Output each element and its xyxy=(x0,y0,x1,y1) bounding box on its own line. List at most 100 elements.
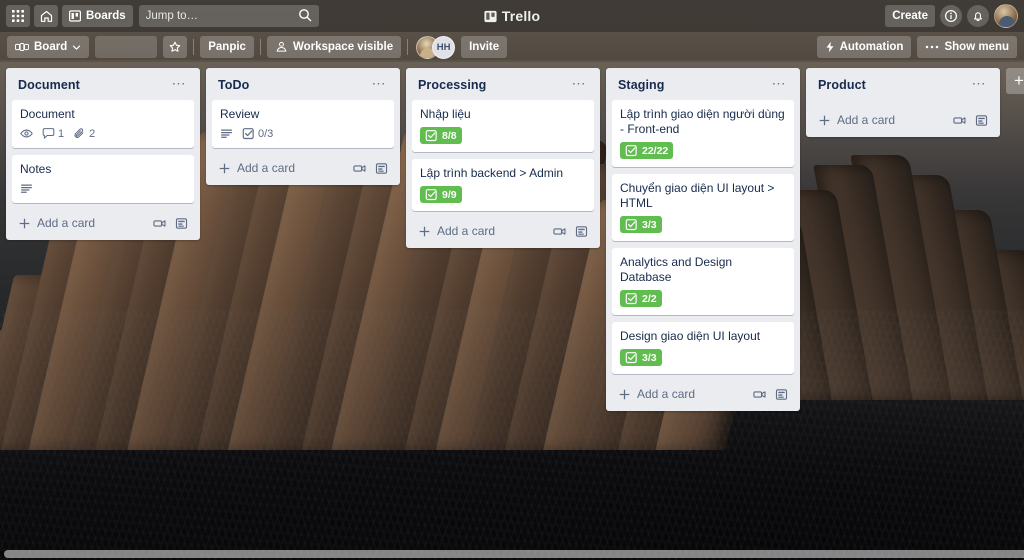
add-a-card-label: Add a card xyxy=(237,161,296,175)
card-template-icon[interactable] xyxy=(775,388,788,401)
template-card-icon[interactable] xyxy=(353,162,366,175)
search-icon xyxy=(298,8,312,22)
list-menu-icon[interactable]: ⋯ xyxy=(170,76,189,92)
card[interactable]: Lập trình giao diện người dùng - Front-e… xyxy=(612,100,794,167)
card-title: Review xyxy=(220,107,260,121)
boards-button[interactable]: Boards xyxy=(62,5,133,27)
add-a-card-left: Add a card xyxy=(818,113,895,127)
apps-grid-icon[interactable] xyxy=(6,5,30,27)
horizontal-scrollbar[interactable] xyxy=(0,548,1024,560)
badge-text: 8/8 xyxy=(442,129,457,142)
badge-checklist-complete: 3/3 xyxy=(620,216,662,233)
list-menu-icon[interactable]: ⋯ xyxy=(570,76,589,92)
card-list: Document 1 2 Notes xyxy=(12,100,194,203)
member-avatar-hh[interactable]: HH xyxy=(432,35,456,59)
automation-button[interactable]: Automation xyxy=(816,36,912,58)
list-menu-icon[interactable]: ⋯ xyxy=(770,76,789,92)
visibility-button[interactable]: Workspace visible xyxy=(266,36,402,58)
add-a-card-left: Add a card xyxy=(618,387,695,401)
checklist-icon xyxy=(625,351,638,364)
create-label: Create xyxy=(892,10,928,22)
show-menu-button[interactable]: Show menu xyxy=(917,36,1017,58)
card[interactable]: Nhập liệu 8/8 xyxy=(412,100,594,152)
list-title[interactable]: ToDo xyxy=(218,78,249,92)
invite-button[interactable]: Invite xyxy=(461,36,508,58)
card[interactable]: Analytics and Design Database 2/2 xyxy=(612,248,794,315)
badge-comments: 1 xyxy=(42,127,64,140)
paperclip-icon xyxy=(73,127,86,140)
card-template-icon[interactable] xyxy=(975,114,988,127)
add-a-card-left: Add a card xyxy=(18,216,95,230)
add-another-list-button[interactable]: + xyxy=(1006,68,1024,94)
board-bar-right-group: Automation Show menu xyxy=(816,36,1017,58)
plus-icon xyxy=(418,225,431,238)
top-navigation-bar: Boards Jump to… Trello Create xyxy=(0,0,1024,32)
badge-text: 3/3 xyxy=(642,218,657,231)
search-input[interactable]: Jump to… xyxy=(138,5,319,27)
card-badges: 0/3 xyxy=(220,127,386,140)
badge-checklist-complete: 3/3 xyxy=(620,349,662,366)
plus-icon xyxy=(618,388,631,401)
list-menu-icon[interactable]: ⋯ xyxy=(370,76,389,92)
template-card-icon[interactable] xyxy=(553,225,566,238)
badge-text: 2 xyxy=(89,127,96,140)
description-icon xyxy=(20,182,33,195)
card-template-icon[interactable] xyxy=(375,162,388,175)
add-a-card-button[interactable]: Add a card xyxy=(412,217,594,242)
board-views-icon xyxy=(15,42,29,52)
add-a-card-button[interactable]: Add a card xyxy=(812,106,994,131)
card[interactable]: Design giao diện UI layout 3/3 xyxy=(612,322,794,374)
list-header: Staging ⋯ xyxy=(612,74,794,100)
list-title[interactable]: Document xyxy=(18,78,80,92)
invite-label: Invite xyxy=(469,41,500,53)
template-card-icon[interactable] xyxy=(153,217,166,230)
add-a-card-right xyxy=(353,162,388,175)
add-a-card-button[interactable]: Add a card xyxy=(612,380,794,405)
card[interactable]: Chuyển giao diện UI layout > HTML 3/3 xyxy=(612,174,794,241)
list-title[interactable]: Processing xyxy=(418,78,486,92)
home-icon[interactable] xyxy=(34,5,58,27)
workspace-button[interactable]: Panpic xyxy=(200,36,254,58)
info-icon[interactable] xyxy=(940,5,962,27)
card-title: Analytics and Design Database xyxy=(620,255,733,284)
list-title[interactable]: Product xyxy=(818,78,866,92)
create-button[interactable]: Create xyxy=(885,5,935,27)
add-a-card-right xyxy=(953,114,988,127)
horizontal-scrollbar-thumb[interactable] xyxy=(4,550,1024,558)
add-a-card-label: Add a card xyxy=(437,224,496,238)
show-menu-label: Show menu xyxy=(944,41,1009,53)
plus-icon xyxy=(18,217,31,230)
add-a-card-right xyxy=(753,388,788,401)
card[interactable]: Document 1 2 xyxy=(12,100,194,148)
plus-icon xyxy=(218,162,231,175)
add-a-card-button[interactable]: Add a card xyxy=(212,154,394,179)
card-title: Chuyển giao diện UI layout > HTML xyxy=(620,181,775,210)
board-header-bar: Board Panpic Workspace visible + HH xyxy=(0,32,1024,62)
template-card-icon[interactable] xyxy=(753,388,766,401)
divider xyxy=(407,39,409,55)
add-a-card-left: Add a card xyxy=(218,161,295,175)
list-header: Product ⋯ xyxy=(812,74,994,100)
checklist-icon xyxy=(625,292,638,305)
card-template-icon[interactable] xyxy=(175,217,188,230)
bell-icon[interactable] xyxy=(967,5,989,27)
card-title: Notes xyxy=(20,162,52,176)
card[interactable]: Lập trình backend > Admin 9/9 xyxy=(412,159,594,211)
template-card-icon[interactable] xyxy=(953,114,966,127)
list-staging: Staging ⋯ Lập trình giao diện người dùng -… xyxy=(606,68,800,411)
search-placeholder: Jump to… xyxy=(145,10,199,22)
visibility-label: Workspace visible xyxy=(292,41,394,53)
card[interactable]: Review 0/3 xyxy=(212,100,394,148)
list-title[interactable]: Staging xyxy=(618,78,665,92)
user-avatar[interactable] xyxy=(994,4,1018,28)
list-processing: Processing ⋯ Nhập liệu 8/8 Lập trình backend… xyxy=(406,68,600,248)
list-menu-icon[interactable]: ⋯ xyxy=(970,76,989,92)
card-template-icon[interactable] xyxy=(575,225,588,238)
board-view-switcher[interactable]: Board xyxy=(7,36,90,58)
add-a-card-button[interactable]: Add a card xyxy=(12,209,194,234)
card[interactable]: Notes xyxy=(12,155,194,203)
board-title[interactable] xyxy=(95,36,158,58)
ellipsis-icon xyxy=(925,45,939,49)
star-icon[interactable] xyxy=(163,36,188,58)
card-title: Design giao diện UI layout xyxy=(620,329,761,343)
